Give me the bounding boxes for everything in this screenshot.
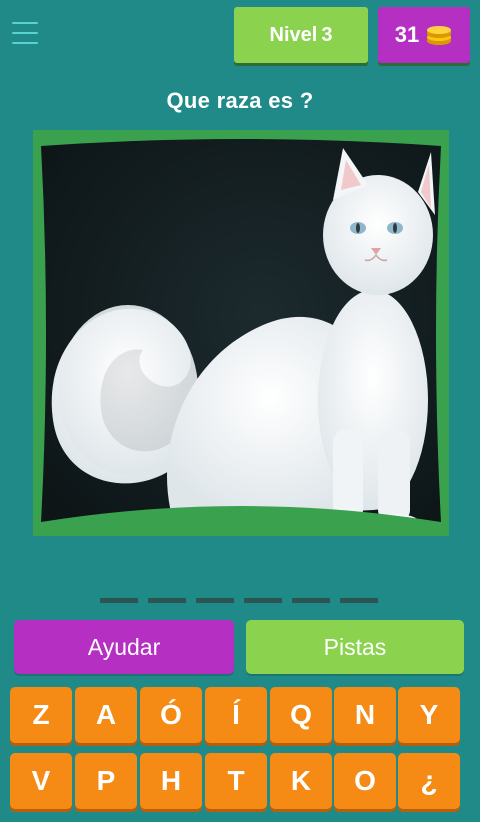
letter-key[interactable]: A: [75, 687, 137, 743]
letter-key[interactable]: P: [75, 753, 137, 809]
letter-key[interactable]: V: [10, 753, 72, 809]
answer-slot[interactable]: [148, 598, 186, 603]
letter-key[interactable]: O: [334, 753, 396, 809]
letter-key[interactable]: K: [270, 753, 332, 809]
letter-key[interactable]: H: [140, 753, 202, 809]
level-label: Nivel: [269, 23, 318, 46]
question-text: Que raza es ?: [166, 88, 314, 113]
answer-slot[interactable]: [292, 598, 330, 603]
coin-stack-icon: [427, 26, 452, 45]
cat-photo-frame: [33, 130, 449, 536]
answer-slot[interactable]: [244, 598, 282, 603]
answer-slot[interactable]: [340, 598, 378, 603]
letter-key[interactable]: Q: [270, 687, 332, 743]
help-button[interactable]: Ayudar: [14, 620, 234, 674]
letter-key[interactable]: ¿: [398, 753, 460, 809]
letter-key[interactable]: Z: [10, 687, 72, 743]
cat-photo: [41, 139, 441, 536]
coins-badge[interactable]: 31: [378, 7, 470, 63]
coins-count: 31: [394, 22, 420, 47]
menu-icon[interactable]: [10, 20, 40, 46]
letter-key[interactable]: Í: [205, 687, 267, 743]
letter-key[interactable]: T: [205, 753, 267, 809]
level-number: 3: [321, 23, 333, 46]
letter-key[interactable]: N: [334, 687, 396, 743]
answer-slots: [0, 598, 480, 606]
answer-slot[interactable]: [100, 598, 138, 603]
hints-button[interactable]: Pistas: [246, 620, 464, 674]
letter-key[interactable]: Y: [398, 687, 460, 743]
level-badge: Nivel 3: [234, 7, 368, 63]
letter-key[interactable]: Ó: [140, 687, 202, 743]
answer-slot[interactable]: [196, 598, 234, 603]
